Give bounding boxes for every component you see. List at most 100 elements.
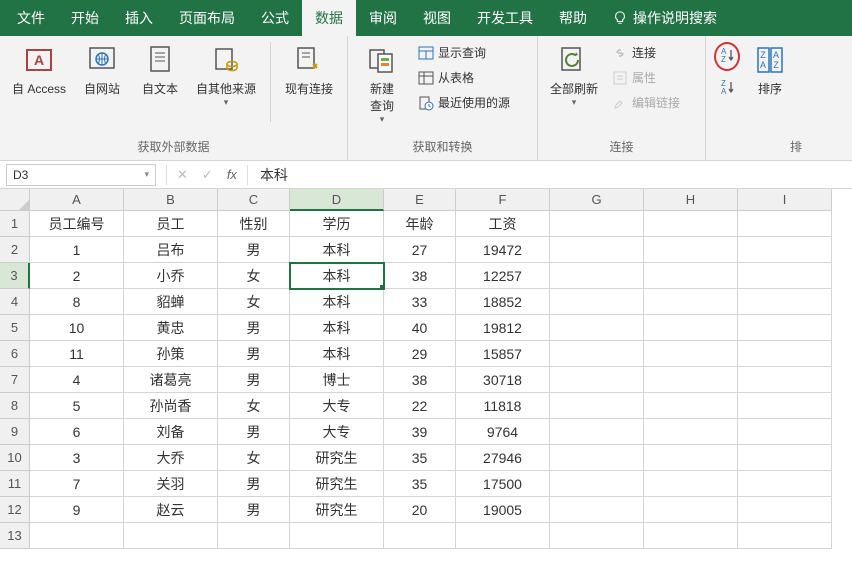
tab-帮助[interactable]: 帮助 [546, 0, 600, 36]
cell-D4[interactable]: 本科 [290, 289, 384, 315]
col-header-H[interactable]: H [644, 189, 738, 211]
row-header-6[interactable]: 6 [0, 341, 30, 367]
select-all-corner[interactable] [0, 189, 30, 211]
cancel-formula-button[interactable]: ✕ [177, 167, 188, 183]
cell-C10[interactable]: 女 [218, 445, 290, 471]
refresh-all-button[interactable]: 全部刷新 ▾ [546, 42, 602, 110]
cell-D11[interactable]: 研究生 [290, 471, 384, 497]
enter-formula-button[interactable]: ✓ [202, 167, 213, 183]
cell-D13[interactable] [290, 523, 384, 549]
cell-G8[interactable] [550, 393, 644, 419]
recent-sources-button[interactable]: 最近使用的源 [414, 92, 514, 113]
col-header-E[interactable]: E [384, 189, 456, 211]
cell-F13[interactable] [456, 523, 550, 549]
cell-E12[interactable]: 20 [384, 497, 456, 523]
cell-H9[interactable] [644, 419, 738, 445]
cell-H8[interactable] [644, 393, 738, 419]
formula-input[interactable]: 本科 [248, 165, 300, 185]
sort-asc-button[interactable]: AZ [714, 42, 740, 71]
cell-I3[interactable] [738, 263, 832, 289]
cell-H7[interactable] [644, 367, 738, 393]
row-header-5[interactable]: 5 [0, 315, 30, 341]
cell-C5[interactable]: 男 [218, 315, 290, 341]
cell-F2[interactable]: 19472 [456, 237, 550, 263]
row-header-2[interactable]: 2 [0, 237, 30, 263]
cell-D12[interactable]: 研究生 [290, 497, 384, 523]
row-header-3[interactable]: 3 [0, 263, 30, 289]
cell-I4[interactable] [738, 289, 832, 315]
cell-E4[interactable]: 33 [384, 289, 456, 315]
cell-D9[interactable]: 大专 [290, 419, 384, 445]
cell-B7[interactable]: 诸葛亮 [124, 367, 218, 393]
fx-button[interactable]: fx [227, 167, 237, 182]
cell-A13[interactable] [30, 523, 124, 549]
tab-视图[interactable]: 视图 [410, 0, 464, 36]
cell-F1[interactable]: 工资 [456, 211, 550, 237]
cell-I2[interactable] [738, 237, 832, 263]
cell-E6[interactable]: 29 [384, 341, 456, 367]
row-header-9[interactable]: 9 [0, 419, 30, 445]
col-header-I[interactable]: I [738, 189, 832, 211]
cell-E13[interactable] [384, 523, 456, 549]
col-header-F[interactable]: F [456, 189, 550, 211]
cell-G4[interactable] [550, 289, 644, 315]
col-header-B[interactable]: B [124, 189, 218, 211]
cell-G6[interactable] [550, 341, 644, 367]
cell-B8[interactable]: 孙尚香 [124, 393, 218, 419]
cell-I10[interactable] [738, 445, 832, 471]
tab-数据[interactable]: 数据 [302, 0, 356, 36]
cell-F11[interactable]: 17500 [456, 471, 550, 497]
cell-G11[interactable] [550, 471, 644, 497]
cell-E10[interactable]: 35 [384, 445, 456, 471]
cell-D10[interactable]: 研究生 [290, 445, 384, 471]
cell-E9[interactable]: 39 [384, 419, 456, 445]
row-header-13[interactable]: 13 [0, 523, 30, 549]
cell-B10[interactable]: 大乔 [124, 445, 218, 471]
from-web-button[interactable]: 自网站 [76, 42, 128, 99]
cell-H10[interactable] [644, 445, 738, 471]
cell-E7[interactable]: 38 [384, 367, 456, 393]
tab-公式[interactable]: 公式 [248, 0, 302, 36]
cell-D1[interactable]: 学历 [290, 211, 384, 237]
cell-I12[interactable] [738, 497, 832, 523]
from-other-sources-button[interactable]: 自其他来源 ▾ [192, 42, 260, 110]
cell-G12[interactable] [550, 497, 644, 523]
cell-D2[interactable]: 本科 [290, 237, 384, 263]
cell-H6[interactable] [644, 341, 738, 367]
row-header-8[interactable]: 8 [0, 393, 30, 419]
tab-开发工具[interactable]: 开发工具 [464, 0, 546, 36]
cell-C2[interactable]: 男 [218, 237, 290, 263]
cell-E5[interactable]: 40 [384, 315, 456, 341]
row-header-11[interactable]: 11 [0, 471, 30, 497]
cell-I8[interactable] [738, 393, 832, 419]
cell-A5[interactable]: 10 [30, 315, 124, 341]
new-query-button[interactable]: 新建 查询 ▾ [356, 42, 408, 127]
cell-E8[interactable]: 22 [384, 393, 456, 419]
cell-I9[interactable] [738, 419, 832, 445]
tab-开始[interactable]: 开始 [58, 0, 112, 36]
cell-I13[interactable] [738, 523, 832, 549]
cell-B12[interactable]: 赵云 [124, 497, 218, 523]
sort-button[interactable]: ZAAZ 排序 [750, 42, 790, 99]
cell-H4[interactable] [644, 289, 738, 315]
name-box[interactable]: D3▾ [6, 164, 156, 186]
cell-C6[interactable]: 男 [218, 341, 290, 367]
tell-me-search[interactable]: 操作说明搜索 [600, 0, 730, 36]
cell-A11[interactable]: 7 [30, 471, 124, 497]
cell-F7[interactable]: 30718 [456, 367, 550, 393]
col-header-D[interactable]: D [290, 189, 384, 211]
cell-G1[interactable] [550, 211, 644, 237]
cell-H13[interactable] [644, 523, 738, 549]
cell-I11[interactable] [738, 471, 832, 497]
cell-A9[interactable]: 6 [30, 419, 124, 445]
cell-G5[interactable] [550, 315, 644, 341]
cell-E3[interactable]: 38 [384, 263, 456, 289]
cell-I7[interactable] [738, 367, 832, 393]
cell-F12[interactable]: 19005 [456, 497, 550, 523]
cell-F4[interactable]: 18852 [456, 289, 550, 315]
cell-G9[interactable] [550, 419, 644, 445]
cell-C9[interactable]: 男 [218, 419, 290, 445]
cell-A2[interactable]: 1 [30, 237, 124, 263]
from-text-button[interactable]: 自文本 [134, 42, 186, 99]
cell-G7[interactable] [550, 367, 644, 393]
